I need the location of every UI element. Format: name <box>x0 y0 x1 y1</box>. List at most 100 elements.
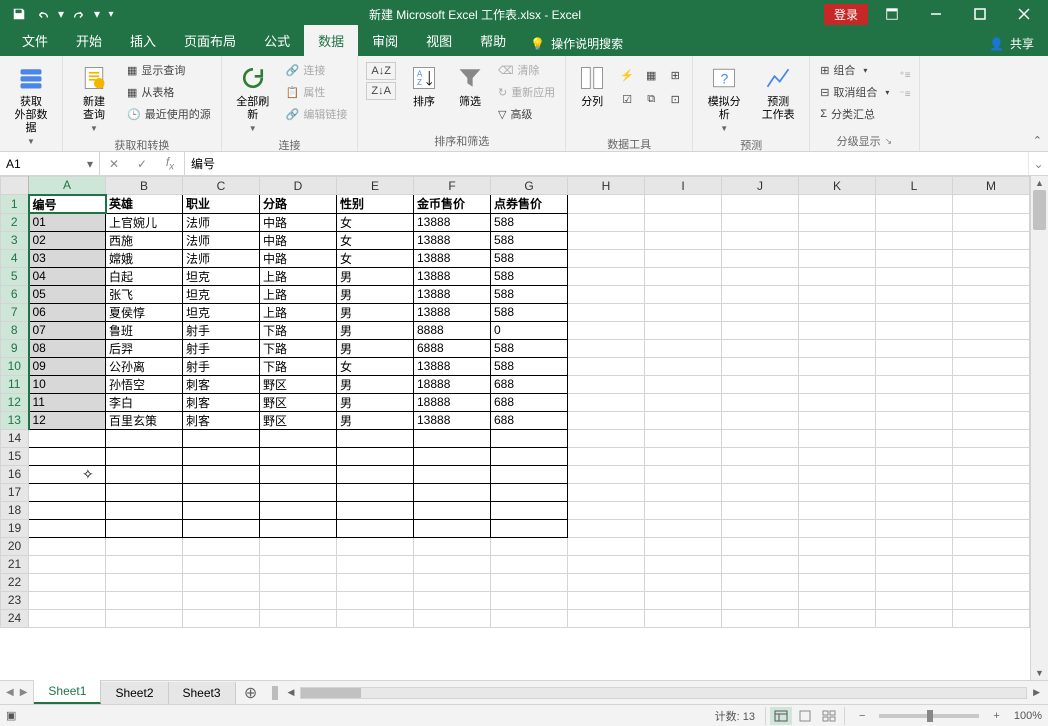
cell[interactable]: 法师 <box>183 249 260 267</box>
login-button[interactable]: 登录 <box>824 4 868 25</box>
cell[interactable] <box>799 339 876 357</box>
refresh-all-button[interactable]: 全部刷新 ▼ <box>228 60 278 135</box>
cell[interactable]: 上路 <box>260 267 337 285</box>
cell[interactable]: 588 <box>491 339 568 357</box>
cell[interactable]: 女 <box>337 357 414 375</box>
cell[interactable] <box>645 411 722 429</box>
page-layout-view-button[interactable] <box>794 707 816 725</box>
cell[interactable] <box>799 213 876 231</box>
cell[interactable] <box>491 483 568 501</box>
cell[interactable] <box>953 357 1030 375</box>
text-to-columns-button[interactable]: 分列 <box>572 60 612 111</box>
tab-data[interactable]: 数据 <box>304 25 358 56</box>
cell[interactable] <box>29 537 106 555</box>
cell[interactable]: 野区 <box>260 375 337 393</box>
zoom-level[interactable]: 100% <box>1014 710 1042 722</box>
cell[interactable] <box>183 519 260 537</box>
column-header[interactable]: M <box>953 177 1030 195</box>
cell[interactable]: 688 <box>491 375 568 393</box>
cell[interactable]: 09 <box>29 357 106 375</box>
cell[interactable] <box>953 249 1030 267</box>
cell[interactable] <box>876 465 953 483</box>
column-header[interactable]: A <box>29 177 106 195</box>
cell[interactable] <box>337 447 414 465</box>
expand-formula-bar[interactable]: ⌄ <box>1028 152 1048 175</box>
cell[interactable] <box>491 609 568 627</box>
save-button[interactable] <box>8 3 30 25</box>
show-detail-button[interactable]: ⁺≡ <box>899 70 910 81</box>
cell[interactable]: 8888 <box>414 321 491 339</box>
cell[interactable]: 坦克 <box>183 303 260 321</box>
collapse-ribbon-button[interactable]: ⌃ <box>1033 134 1042 147</box>
cell[interactable]: 上官婉儿 <box>106 213 183 231</box>
cell[interactable] <box>106 537 183 555</box>
cell[interactable]: 中路 <box>260 249 337 267</box>
cell[interactable]: 职业 <box>183 195 260 214</box>
cell[interactable] <box>29 447 106 465</box>
cell[interactable] <box>799 429 876 447</box>
cell[interactable] <box>260 537 337 555</box>
column-header[interactable]: L <box>876 177 953 195</box>
cell[interactable]: 13888 <box>414 285 491 303</box>
cell[interactable]: 射手 <box>183 339 260 357</box>
cell[interactable] <box>106 555 183 573</box>
cell[interactable]: 11 <box>29 393 106 411</box>
cell[interactable] <box>491 573 568 591</box>
cell[interactable]: 女 <box>337 249 414 267</box>
cell[interactable]: 上路 <box>260 285 337 303</box>
cell[interactable] <box>29 591 106 609</box>
cell[interactable] <box>491 555 568 573</box>
cell[interactable] <box>953 591 1030 609</box>
row-header[interactable]: 17 <box>1 483 29 501</box>
cell[interactable] <box>106 573 183 591</box>
column-header[interactable]: F <box>414 177 491 195</box>
cell[interactable]: 上路 <box>260 303 337 321</box>
cell[interactable] <box>29 501 106 519</box>
cell[interactable]: 坦克 <box>183 267 260 285</box>
cell[interactable] <box>568 447 645 465</box>
cell[interactable]: 588 <box>491 249 568 267</box>
cell[interactable] <box>876 519 953 537</box>
cell[interactable] <box>953 465 1030 483</box>
cell[interactable] <box>645 231 722 249</box>
cell[interactable] <box>260 447 337 465</box>
cell[interactable]: 点券售价 <box>491 195 568 214</box>
new-query-button[interactable]: 新建 查询 ▼ <box>69 60 119 135</box>
cell[interactable] <box>722 411 799 429</box>
cell[interactable]: 女 <box>337 213 414 231</box>
cell[interactable] <box>183 555 260 573</box>
cell[interactable] <box>414 609 491 627</box>
cell[interactable] <box>568 321 645 339</box>
cell[interactable] <box>337 429 414 447</box>
advanced-filter-button[interactable]: ▽高级 <box>494 104 559 124</box>
show-queries-button[interactable]: ▦显示查询 <box>123 60 215 80</box>
cell[interactable]: 刺客 <box>183 393 260 411</box>
cell[interactable] <box>645 303 722 321</box>
cell[interactable] <box>568 267 645 285</box>
cell[interactable] <box>722 213 799 231</box>
cell[interactable]: 下路 <box>260 357 337 375</box>
cell[interactable] <box>414 537 491 555</box>
cell[interactable] <box>568 339 645 357</box>
cell[interactable] <box>645 483 722 501</box>
cell[interactable] <box>183 609 260 627</box>
cell[interactable] <box>29 429 106 447</box>
cell[interactable] <box>645 447 722 465</box>
cell[interactable] <box>876 555 953 573</box>
cell[interactable] <box>491 591 568 609</box>
cell[interactable] <box>876 231 953 249</box>
cell[interactable] <box>876 393 953 411</box>
cell[interactable] <box>722 501 799 519</box>
cell[interactable]: 588 <box>491 357 568 375</box>
ungroup-button[interactable]: ⊟取消组合▾ <box>816 82 893 102</box>
cell[interactable] <box>337 465 414 483</box>
row-header[interactable]: 18 <box>1 501 29 519</box>
cell[interactable]: 金币售价 <box>414 195 491 214</box>
cell[interactable] <box>414 501 491 519</box>
cell[interactable]: 13888 <box>414 249 491 267</box>
cell[interactable] <box>260 429 337 447</box>
cell[interactable]: 公孙离 <box>106 357 183 375</box>
cell[interactable]: 12 <box>29 411 106 429</box>
cell[interactable] <box>799 573 876 591</box>
cell[interactable] <box>29 555 106 573</box>
